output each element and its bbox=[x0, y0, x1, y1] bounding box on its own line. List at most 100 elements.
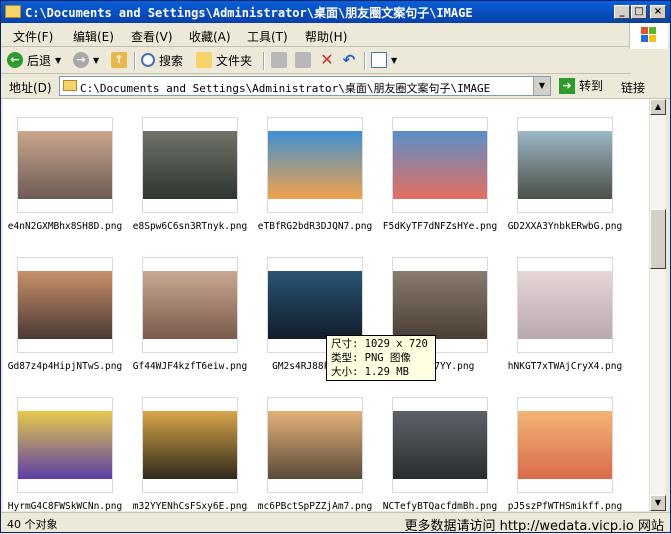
file-name: HyrmG4C8FWSkWCNn.png bbox=[7, 501, 123, 511]
file-name: mc6PBctSpPZZjAm7.png bbox=[257, 501, 373, 511]
file-name: e8Spw6C6sn3RTnyk.png bbox=[132, 221, 248, 232]
file-item[interactable]: Gf44WJF4kzfT6eiw.png bbox=[128, 251, 252, 381]
undo-icon: ↶ bbox=[342, 51, 356, 69]
image-preview bbox=[18, 131, 112, 199]
image-preview bbox=[518, 411, 612, 479]
file-item[interactable]: F5dKyTF7dNFZsHYe.png bbox=[378, 111, 502, 241]
address-input[interactable]: C:\Documents and Settings\Administrator\… bbox=[59, 76, 551, 96]
copy-to-icon bbox=[295, 52, 311, 68]
file-thumbnail[interactable] bbox=[267, 397, 363, 493]
file-item[interactable]: pJ5szPfWTHSmikff.png bbox=[503, 391, 627, 511]
address-bar: 地址(D) C:\Documents and Settings\Administ… bbox=[1, 74, 670, 99]
tooltip-size: 尺寸: 1029 x 720 bbox=[331, 338, 428, 350]
file-thumbnail[interactable] bbox=[517, 397, 613, 493]
file-name: Gd87z4p4HipjNTwS.png bbox=[7, 361, 123, 372]
search-button[interactable]: 搜索 bbox=[141, 51, 183, 69]
toolbar-separator bbox=[364, 52, 366, 70]
file-item[interactable]: e8Spw6C6sn3RTnyk.png bbox=[128, 111, 252, 241]
toolbar-separator bbox=[263, 52, 265, 70]
folders-label: 文件夹 bbox=[216, 53, 253, 68]
scroll-up-button[interactable]: ▲ bbox=[650, 99, 666, 115]
menu-tools[interactable]: 工具(T) bbox=[247, 28, 288, 45]
menu-favorites[interactable]: 收藏(A) bbox=[189, 28, 231, 45]
delete-icon: ✕ bbox=[320, 50, 334, 69]
windows-logo-icon bbox=[629, 23, 668, 49]
file-item[interactable]: mc6PBctSpPZZjAm7.png bbox=[253, 391, 377, 511]
address-label: 地址(D) bbox=[9, 81, 52, 95]
folders-icon bbox=[196, 52, 212, 68]
file-view[interactable]: e4nN2GXMBhx8SH8D.png e8Spw6C6sn3RTnyk.png… bbox=[3, 99, 665, 511]
copy-to-button[interactable] bbox=[295, 51, 315, 69]
file-item[interactable]: m32YYENhCsFSxy6E.png bbox=[128, 391, 252, 511]
up-button[interactable]: ↑ bbox=[111, 51, 131, 69]
go-label: 转到 bbox=[579, 79, 604, 93]
image-preview bbox=[268, 271, 362, 339]
file-item[interactable]: hNKGT7xTWAjCryX4.png bbox=[503, 251, 627, 381]
explorer-window: C:\Documents and Settings\Administrator\… bbox=[0, 0, 671, 534]
file-thumbnail[interactable] bbox=[142, 117, 238, 213]
back-button[interactable]: ← 后退 ▼ bbox=[7, 51, 61, 69]
file-name: m32YYENhCsFSxy6E.png bbox=[132, 501, 248, 511]
file-name: hNKGT7xTWAjCryX4.png bbox=[507, 361, 623, 372]
file-tooltip: 尺寸: 1029 x 720 类型: PNG 图像 大小: 1.29 MB bbox=[326, 335, 436, 381]
folders-button[interactable]: 文件夹 bbox=[196, 51, 252, 69]
maximize-button[interactable]: □ bbox=[631, 5, 647, 19]
file-item[interactable]: NCTefyBTQacfdmBh.png bbox=[378, 391, 502, 511]
chevron-down-icon: ▼ bbox=[391, 55, 398, 65]
file-thumbnail[interactable] bbox=[267, 117, 363, 213]
file-thumbnail[interactable] bbox=[517, 257, 613, 353]
menu-help[interactable]: 帮助(H) bbox=[305, 28, 347, 45]
file-thumbnail[interactable] bbox=[517, 117, 613, 213]
menu-view[interactable]: 查看(V) bbox=[131, 28, 173, 45]
minimize-button[interactable]: _ bbox=[614, 5, 630, 19]
image-preview bbox=[268, 411, 362, 479]
views-icon bbox=[371, 52, 387, 68]
image-preview bbox=[143, 411, 237, 479]
file-thumbnail[interactable] bbox=[17, 397, 113, 493]
tooltip-bytes: 大小: 1.29 MB bbox=[331, 366, 409, 378]
file-thumbnail[interactable] bbox=[17, 257, 113, 353]
file-thumbnail[interactable] bbox=[17, 117, 113, 213]
scroll-thumb[interactable] bbox=[650, 209, 666, 269]
file-thumbnail[interactable] bbox=[142, 397, 238, 493]
window-title: C:\Documents and Settings\Administrator\… bbox=[25, 6, 473, 20]
links-button[interactable]: 链接 bbox=[621, 79, 645, 96]
scroll-down-button[interactable]: ▼ bbox=[650, 495, 666, 511]
watermark-text: 更多数据请访问 http://wedata.vicp.io 网站 bbox=[404, 519, 664, 534]
address-dropdown[interactable]: ▼ bbox=[533, 77, 550, 95]
chevron-down-icon: ▼ bbox=[93, 55, 100, 65]
delete-button[interactable]: ✕ bbox=[319, 51, 339, 69]
file-item[interactable]: eTBfRG2bdR3DJQN7.png bbox=[253, 111, 377, 241]
file-name: Gf44WJF4kzfT6eiw.png bbox=[132, 361, 248, 372]
undo-button[interactable]: ↶ bbox=[341, 51, 361, 69]
object-count: 40 个对象 bbox=[7, 518, 58, 531]
move-to-button[interactable] bbox=[271, 51, 291, 69]
tooltip-type: 类型: PNG 图像 bbox=[331, 352, 411, 364]
file-item[interactable]: HyrmG4C8FWSkWCNn.png bbox=[3, 391, 127, 511]
image-preview bbox=[518, 271, 612, 339]
image-preview bbox=[143, 131, 237, 199]
title-bar[interactable]: C:\Documents and Settings\Administrator\… bbox=[1, 1, 670, 23]
status-bar: 40 个对象 更多数据请访问 http://wedata.vicp.io 网站 bbox=[1, 512, 670, 534]
file-item[interactable]: Gd87z4p4HipjNTwS.png bbox=[3, 251, 127, 381]
image-preview bbox=[18, 271, 112, 339]
go-button[interactable]: ➔ 转到 bbox=[559, 77, 603, 94]
image-preview bbox=[143, 271, 237, 339]
menu-file[interactable]: 文件(F) bbox=[13, 28, 53, 45]
image-preview bbox=[393, 131, 487, 199]
image-preview bbox=[268, 131, 362, 199]
vertical-scrollbar[interactable]: ▲ ▼ bbox=[649, 99, 666, 511]
file-item[interactable]: e4nN2GXMBhx8SH8D.png bbox=[3, 111, 127, 241]
file-item[interactable]: GD2XXA3YnbkERwbG.png bbox=[503, 111, 627, 241]
go-arrow-icon: ➔ bbox=[559, 77, 575, 94]
file-name: eTBfRG2bdR3DJQN7.png bbox=[257, 221, 373, 232]
chevron-down-icon: ▼ bbox=[55, 55, 62, 65]
views-button[interactable]: ▼ bbox=[371, 51, 397, 69]
forward-button[interactable]: → ▼ bbox=[73, 51, 99, 69]
file-thumbnail[interactable] bbox=[392, 117, 488, 213]
file-thumbnail[interactable] bbox=[142, 257, 238, 353]
file-thumbnail[interactable] bbox=[392, 397, 488, 493]
menu-edit[interactable]: 编辑(E) bbox=[73, 28, 114, 45]
close-button[interactable]: × bbox=[650, 5, 666, 19]
file-name: e4nN2GXMBhx8SH8D.png bbox=[7, 221, 123, 232]
